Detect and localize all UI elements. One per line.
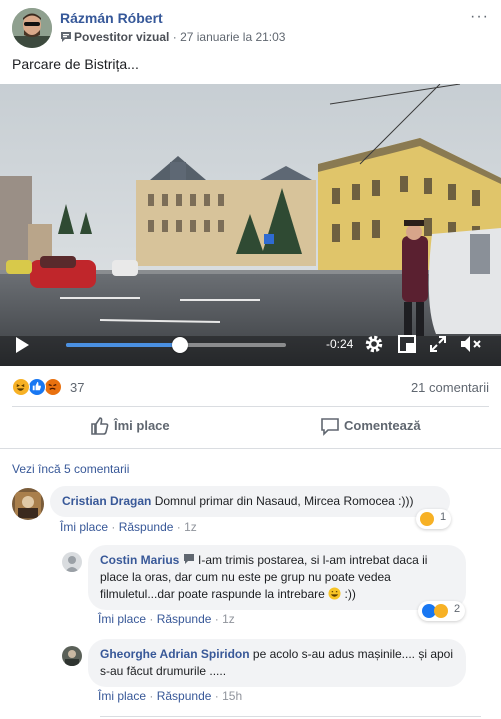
comment-reactions[interactable]: 2 — [418, 601, 466, 621]
comment-like-link[interactable]: Îmi place — [98, 612, 146, 626]
comment-like-link[interactable]: Îmi place — [60, 520, 108, 534]
comment-like-link[interactable]: Îmi place — [98, 689, 146, 703]
post-text: Parcare de Bistrița... — [12, 56, 139, 72]
settings-gear-icon[interactable] — [364, 334, 384, 357]
laughing-emoji-icon — [328, 587, 341, 600]
video-frame — [0, 84, 501, 366]
reactions-count[interactable]: 37 — [70, 380, 84, 395]
commenter-avatar[interactable] — [62, 646, 82, 666]
comment-icon — [321, 418, 339, 436]
comment-author[interactable]: Gheorghe Adrian Spiridon — [100, 647, 250, 661]
divider — [12, 406, 489, 407]
facebook-post: Rázmán Róbert Povestitor vizual · 27 ian… — [0, 0, 501, 719]
picture-in-picture-icon[interactable] — [398, 335, 416, 356]
post-timestamp[interactable]: 27 ianuarie la 21:03 — [180, 30, 285, 44]
post-author[interactable]: Rázmán Róbert — [60, 10, 163, 26]
comment-author[interactable]: Cristian Dragan — [62, 494, 151, 508]
commenter-avatar[interactable] — [62, 552, 82, 572]
angry-reaction-icon — [44, 378, 62, 396]
like-button-label: Îmi place — [114, 418, 170, 433]
haha-reaction-icon — [12, 378, 30, 396]
comment-reply-link[interactable]: Răspunde — [157, 612, 212, 626]
comment-actions: Îmi place · Răspunde · 15h — [98, 689, 243, 703]
comments-count[interactable]: 21 comentarii — [411, 380, 489, 395]
storyteller-badge[interactable]: Povestitor vizual — [74, 30, 169, 44]
video-progress-fill — [66, 343, 181, 347]
comment-time[interactable]: 1z — [222, 612, 235, 626]
comment-reply-link[interactable]: Răspunde — [157, 689, 212, 703]
comment-actions: Îmi place · Răspunde · 1z — [60, 520, 197, 534]
comment-reaction-count: 2 — [454, 603, 461, 615]
comment-reaction-count: 1 — [440, 511, 447, 523]
comment-actions: Îmi place · Răspunde · 1z — [98, 612, 235, 626]
post-meta: Povestitor vizual · 27 ianuarie la 21:03 — [60, 30, 285, 46]
video-time-remaining: -0:24 — [326, 337, 354, 351]
view-more-comments-link[interactable]: Vezi încă 5 comentarii — [12, 462, 129, 476]
like-reaction-icon — [28, 378, 46, 396]
comment-reactions[interactable]: 1 — [416, 509, 452, 529]
comment-bubble: Gheorghe Adrian Spiridon pe acolo s-au a… — [88, 639, 466, 687]
more-options-icon[interactable]: ··· — [470, 8, 489, 26]
comment-time[interactable]: 1z — [184, 520, 197, 534]
comment-bubble: Costin Marius I-am trimis postarea, si l… — [88, 545, 466, 610]
storyteller-badge-icon — [183, 554, 194, 564]
video-progress-bar[interactable] — [66, 337, 286, 353]
video-player[interactable]: -0:24 — [0, 84, 501, 366]
commenter-avatar[interactable] — [12, 488, 44, 520]
storyteller-badge-icon — [60, 31, 72, 46]
comment-author[interactable]: Costin Marius — [100, 553, 179, 567]
thumbs-up-icon — [91, 417, 109, 435]
divider — [100, 716, 481, 717]
comment-text: Domnul primar din Nasaud, Mircea Romocea… — [154, 494, 414, 508]
divider — [0, 448, 501, 449]
haha-reaction-icon — [420, 512, 434, 526]
mute-icon[interactable] — [460, 335, 484, 356]
comment-time[interactable]: 15h — [222, 689, 242, 703]
comment-text-suffix: :)) — [344, 587, 356, 601]
comment-reply-link[interactable]: Răspunde — [119, 520, 174, 534]
author-avatar[interactable] — [12, 8, 52, 48]
comment-button-label: Comentează — [344, 418, 421, 433]
comment-bubble: Cristian Dragan Domnul primar din Nasaud… — [50, 486, 450, 517]
post-header: Rázmán Róbert Povestitor vizual · 27 ian… — [12, 8, 489, 52]
play-button[interactable] — [14, 336, 30, 357]
haha-reaction-icon — [434, 604, 448, 618]
fullscreen-icon[interactable] — [430, 336, 446, 355]
